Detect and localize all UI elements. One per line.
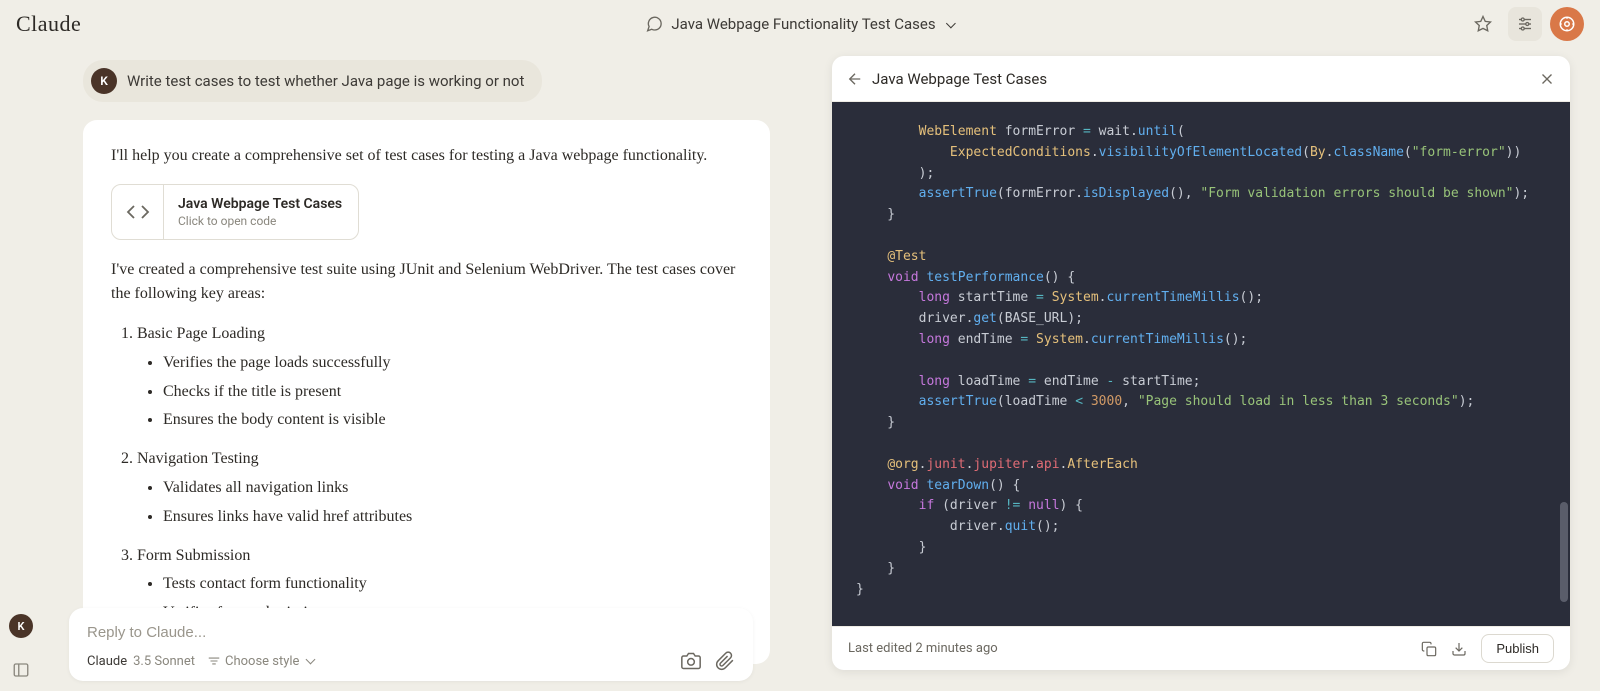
style-selector[interactable]: Choose style xyxy=(207,654,314,669)
composer-toolbar: Claude 3.5 Sonnet Choose style xyxy=(87,651,735,671)
code-viewer[interactable]: WebElement formError = wait.until( Expec… xyxy=(832,102,1570,626)
style-label: Choose style xyxy=(225,654,299,669)
conversation-title: Java Webpage Functionality Test Cases xyxy=(671,15,935,33)
reply-input[interactable] xyxy=(87,624,735,641)
code-icon xyxy=(112,185,164,239)
model-name[interactable]: Claude xyxy=(87,654,127,669)
app-logo[interactable]: Claude xyxy=(16,11,81,37)
composer-avatar: K xyxy=(9,614,33,638)
close-button[interactable] xyxy=(1538,70,1556,88)
composer: K Claude 3.5 Sonnet Choose style xyxy=(69,608,753,681)
sidebar-toggle[interactable] xyxy=(12,661,30,679)
assistant-summary: I've created a comprehensive test suite … xyxy=(111,258,742,306)
camera-button[interactable] xyxy=(681,651,701,671)
section-bullet: Ensures links have valid href attributes xyxy=(163,505,742,530)
conversation-area: K Write test cases to test whether Java … xyxy=(0,48,803,691)
artifact-title: Java Webpage Test Cases xyxy=(872,70,1047,88)
chevron-down-icon xyxy=(944,15,955,33)
back-button[interactable] xyxy=(846,70,864,88)
style-icon xyxy=(207,654,221,668)
section-bullet: Verifies the page loads successfully xyxy=(163,351,742,376)
composer-actions xyxy=(681,651,735,671)
chat-icon xyxy=(645,15,663,33)
header-actions xyxy=(1466,7,1584,41)
download-button[interactable] xyxy=(1451,641,1467,657)
artifact-chip-meta: Java Webpage Test Cases Click to open co… xyxy=(164,188,358,236)
artifact-chip[interactable]: Java Webpage Test Cases Click to open co… xyxy=(111,184,359,240)
assistant-message: I'll help you create a comprehensive set… xyxy=(83,120,770,664)
artifact-footer-actions: Publish xyxy=(1421,634,1554,663)
last-edited-label: Last edited 2 minutes ago xyxy=(848,641,998,656)
user-message-text: Write test cases to test whether Java pa… xyxy=(127,72,524,90)
artifact-chip-title: Java Webpage Test Cases xyxy=(178,196,342,212)
conversation-title-wrap[interactable]: Java Webpage Functionality Test Cases xyxy=(645,15,954,33)
section-bullet: Checks if the title is present xyxy=(163,380,742,405)
user-message: K Write test cases to test whether Java … xyxy=(83,60,542,102)
section-item: Basic Page LoadingVerifies the page load… xyxy=(137,322,742,433)
chevron-down-icon xyxy=(303,654,314,669)
star-button[interactable] xyxy=(1466,7,1500,41)
user-avatar: K xyxy=(91,68,117,94)
section-bullet: Validates all navigation links xyxy=(163,476,742,501)
copy-button[interactable] xyxy=(1421,641,1437,657)
section-item: Navigation TestingValidates all navigati… xyxy=(137,447,742,529)
section-bullet: Ensures the body content is visible xyxy=(163,408,742,433)
top-header: Claude Java Webpage Functionality Test C… xyxy=(0,0,1600,48)
assistant-intro: I'll help you create a comprehensive set… xyxy=(111,144,742,168)
assistant-sections-list: Basic Page LoadingVerifies the page load… xyxy=(111,322,742,626)
artifact-panel: Java Webpage Test Cases WebElement formE… xyxy=(832,56,1570,670)
model-version: 3.5 Sonnet xyxy=(133,654,195,669)
scrollbar-thumb[interactable] xyxy=(1560,502,1568,602)
profile-avatar[interactable] xyxy=(1550,7,1584,41)
section-bullet: Tests contact form functionality xyxy=(163,572,742,597)
attachment-button[interactable] xyxy=(715,651,735,671)
settings-button[interactable] xyxy=(1508,7,1542,41)
artifact-footer: Last edited 2 minutes ago Publish xyxy=(832,626,1570,670)
artifact-header: Java Webpage Test Cases xyxy=(832,56,1570,102)
artifact-chip-subtitle: Click to open code xyxy=(178,214,342,228)
publish-button[interactable]: Publish xyxy=(1481,634,1554,663)
